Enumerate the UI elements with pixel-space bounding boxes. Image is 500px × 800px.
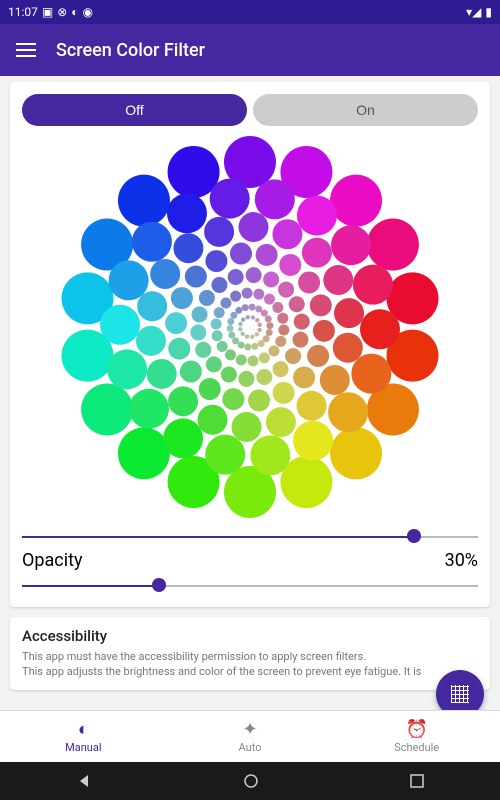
accessibility-text-2: This app adjusts the brightness and colo… (22, 664, 478, 679)
status-bar: 11:07 ▣ ⊗ ◐ ◉ ▾◢ ▮ (0, 0, 500, 24)
nav-manual[interactable]: ◐ Manual (0, 711, 167, 762)
filter-toggle: Off On (22, 94, 478, 126)
nav-schedule[interactable]: ⏰ Schedule (333, 711, 500, 762)
battery-icon: ▮ (485, 5, 492, 19)
main-card: Off On Opacity 30% (10, 82, 490, 607)
hue-slider[interactable] (22, 526, 478, 546)
auto-icon: ✦ (240, 719, 260, 739)
nav-label: Auto (239, 741, 262, 754)
bottom-nav: ◐ Manual ✦ Auto ⏰ Schedule (0, 710, 500, 762)
home-icon[interactable] (244, 774, 258, 788)
toggle-on-button[interactable]: On (253, 94, 478, 126)
back-icon[interactable] (76, 773, 92, 789)
accessibility-card[interactable]: Accessibility This app must have the acc… (10, 617, 490, 690)
contrast-icon: ◐ (73, 719, 93, 739)
menu-icon[interactable] (16, 43, 36, 57)
color-wheel[interactable] (40, 132, 460, 522)
recent-icon[interactable] (410, 774, 424, 788)
notification-icon: ◐ (71, 5, 78, 19)
accessibility-title: Accessibility (22, 627, 478, 645)
notification-icon: ⊗ (57, 5, 67, 19)
notification-icon: ◉ (83, 5, 93, 19)
toggle-off-button[interactable]: Off (22, 94, 247, 126)
status-time: 11:07 (8, 5, 38, 19)
grid-icon (451, 685, 469, 703)
wifi-icon: ▾◢ (466, 5, 481, 19)
opacity-value: 30% (445, 550, 478, 571)
nav-label: Manual (65, 741, 101, 754)
system-nav (0, 762, 500, 800)
app-bar: Screen Color Filter (0, 24, 500, 76)
app-title: Screen Color Filter (56, 40, 205, 61)
accessibility-text-1: This app must have the accessibility per… (22, 649, 478, 664)
notification-icon: ▣ (42, 5, 53, 19)
clock-icon: ⏰ (407, 719, 427, 739)
nav-label: Schedule (394, 741, 439, 754)
opacity-label: Opacity (22, 550, 83, 571)
opacity-slider[interactable] (22, 575, 478, 595)
nav-auto[interactable]: ✦ Auto (167, 711, 334, 762)
